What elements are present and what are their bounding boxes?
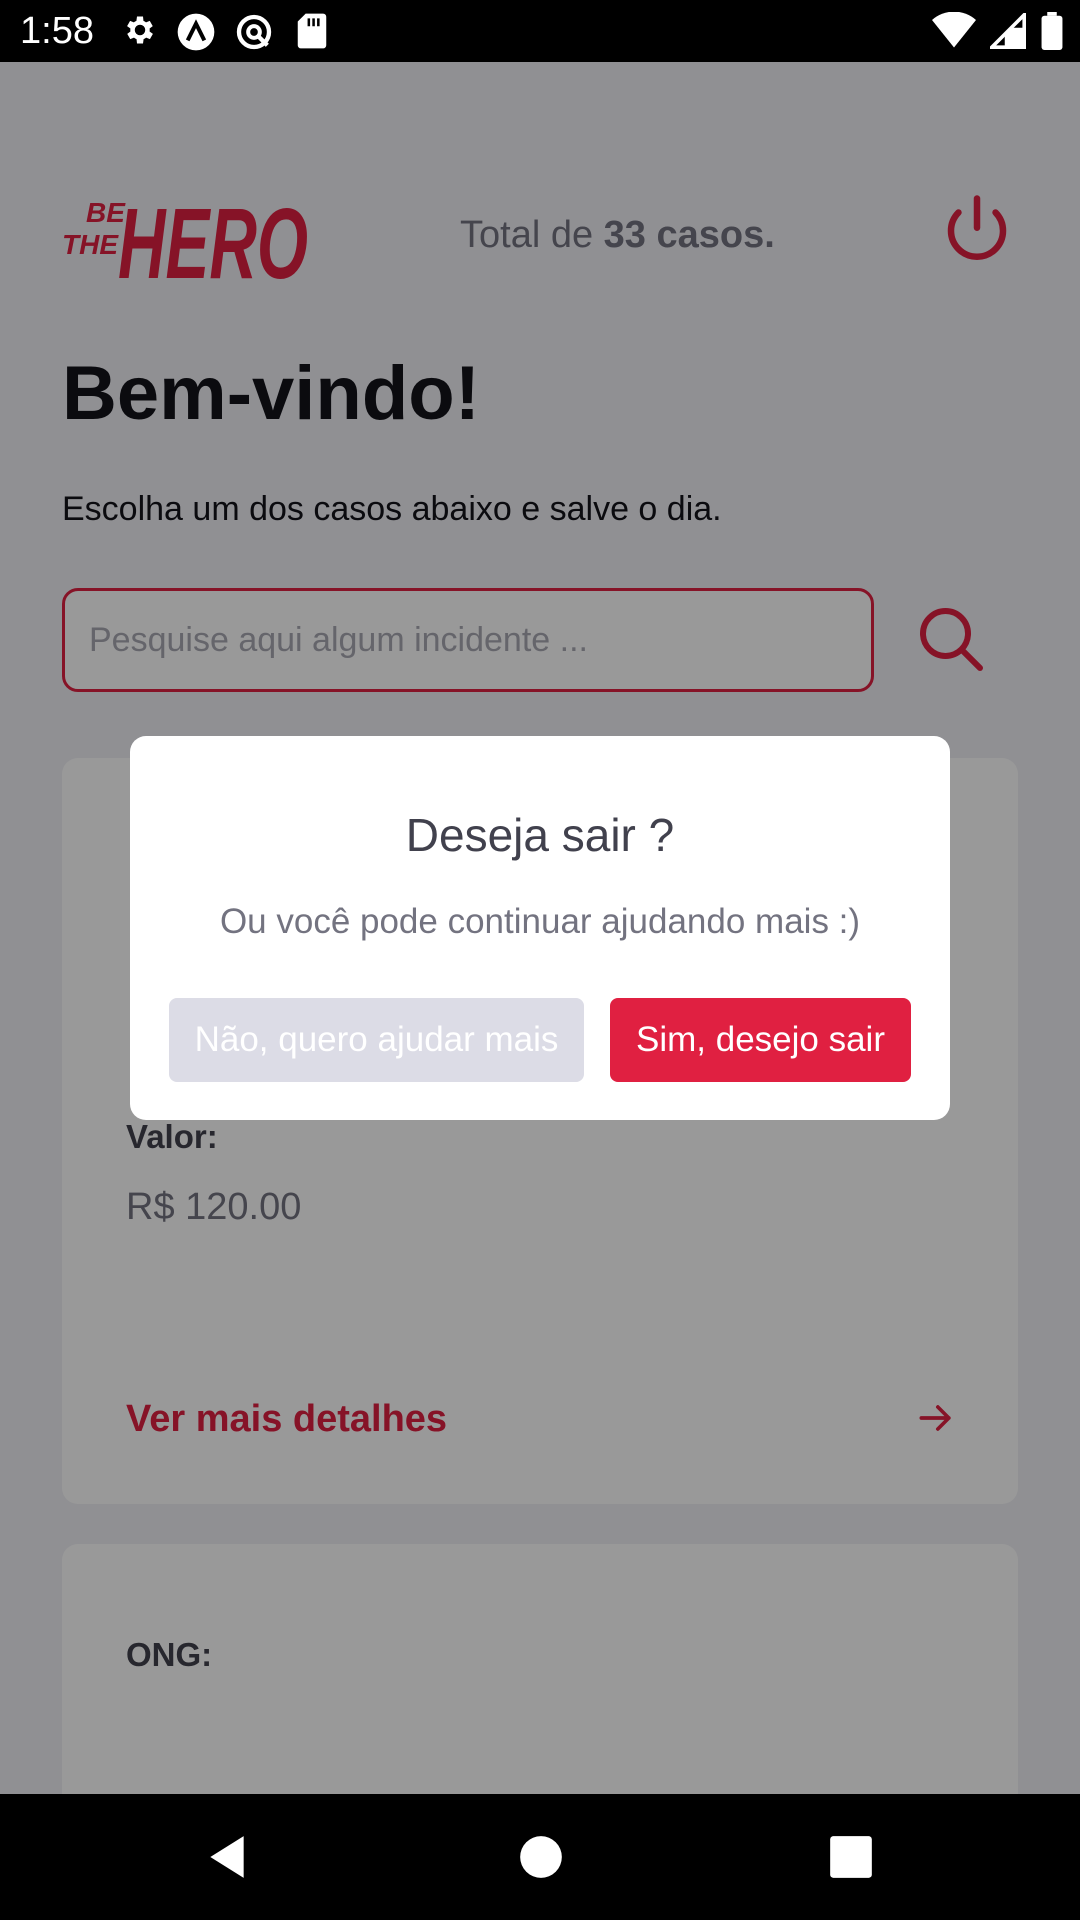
back-icon[interactable] xyxy=(202,1832,252,1882)
app-icon xyxy=(177,13,215,51)
status-time: 1:58 xyxy=(20,10,94,52)
home-icon[interactable] xyxy=(516,1832,566,1882)
recents-icon[interactable] xyxy=(826,1832,876,1882)
sd-card-icon xyxy=(297,13,327,49)
status-right xyxy=(932,12,1064,50)
logout-dialog: Deseja sair ? Ou você pode continuar aju… xyxy=(130,736,950,1120)
cancel-button[interactable]: Não, quero ajudar mais xyxy=(169,998,584,1082)
signal-icon xyxy=(990,13,1026,49)
battery-icon xyxy=(1041,12,1063,50)
navigation-bar xyxy=(0,1794,1080,1920)
at-icon xyxy=(236,14,272,50)
status-bar: 1:58 xyxy=(0,0,1080,62)
wifi-icon xyxy=(932,12,976,48)
settings-icon xyxy=(127,16,153,44)
confirm-logout-button[interactable]: Sim, desejo sair xyxy=(610,998,911,1082)
dialog-message: Ou você pode continuar ajudando mais :) xyxy=(219,902,861,941)
dialog-title: Deseja sair ? xyxy=(405,809,675,861)
